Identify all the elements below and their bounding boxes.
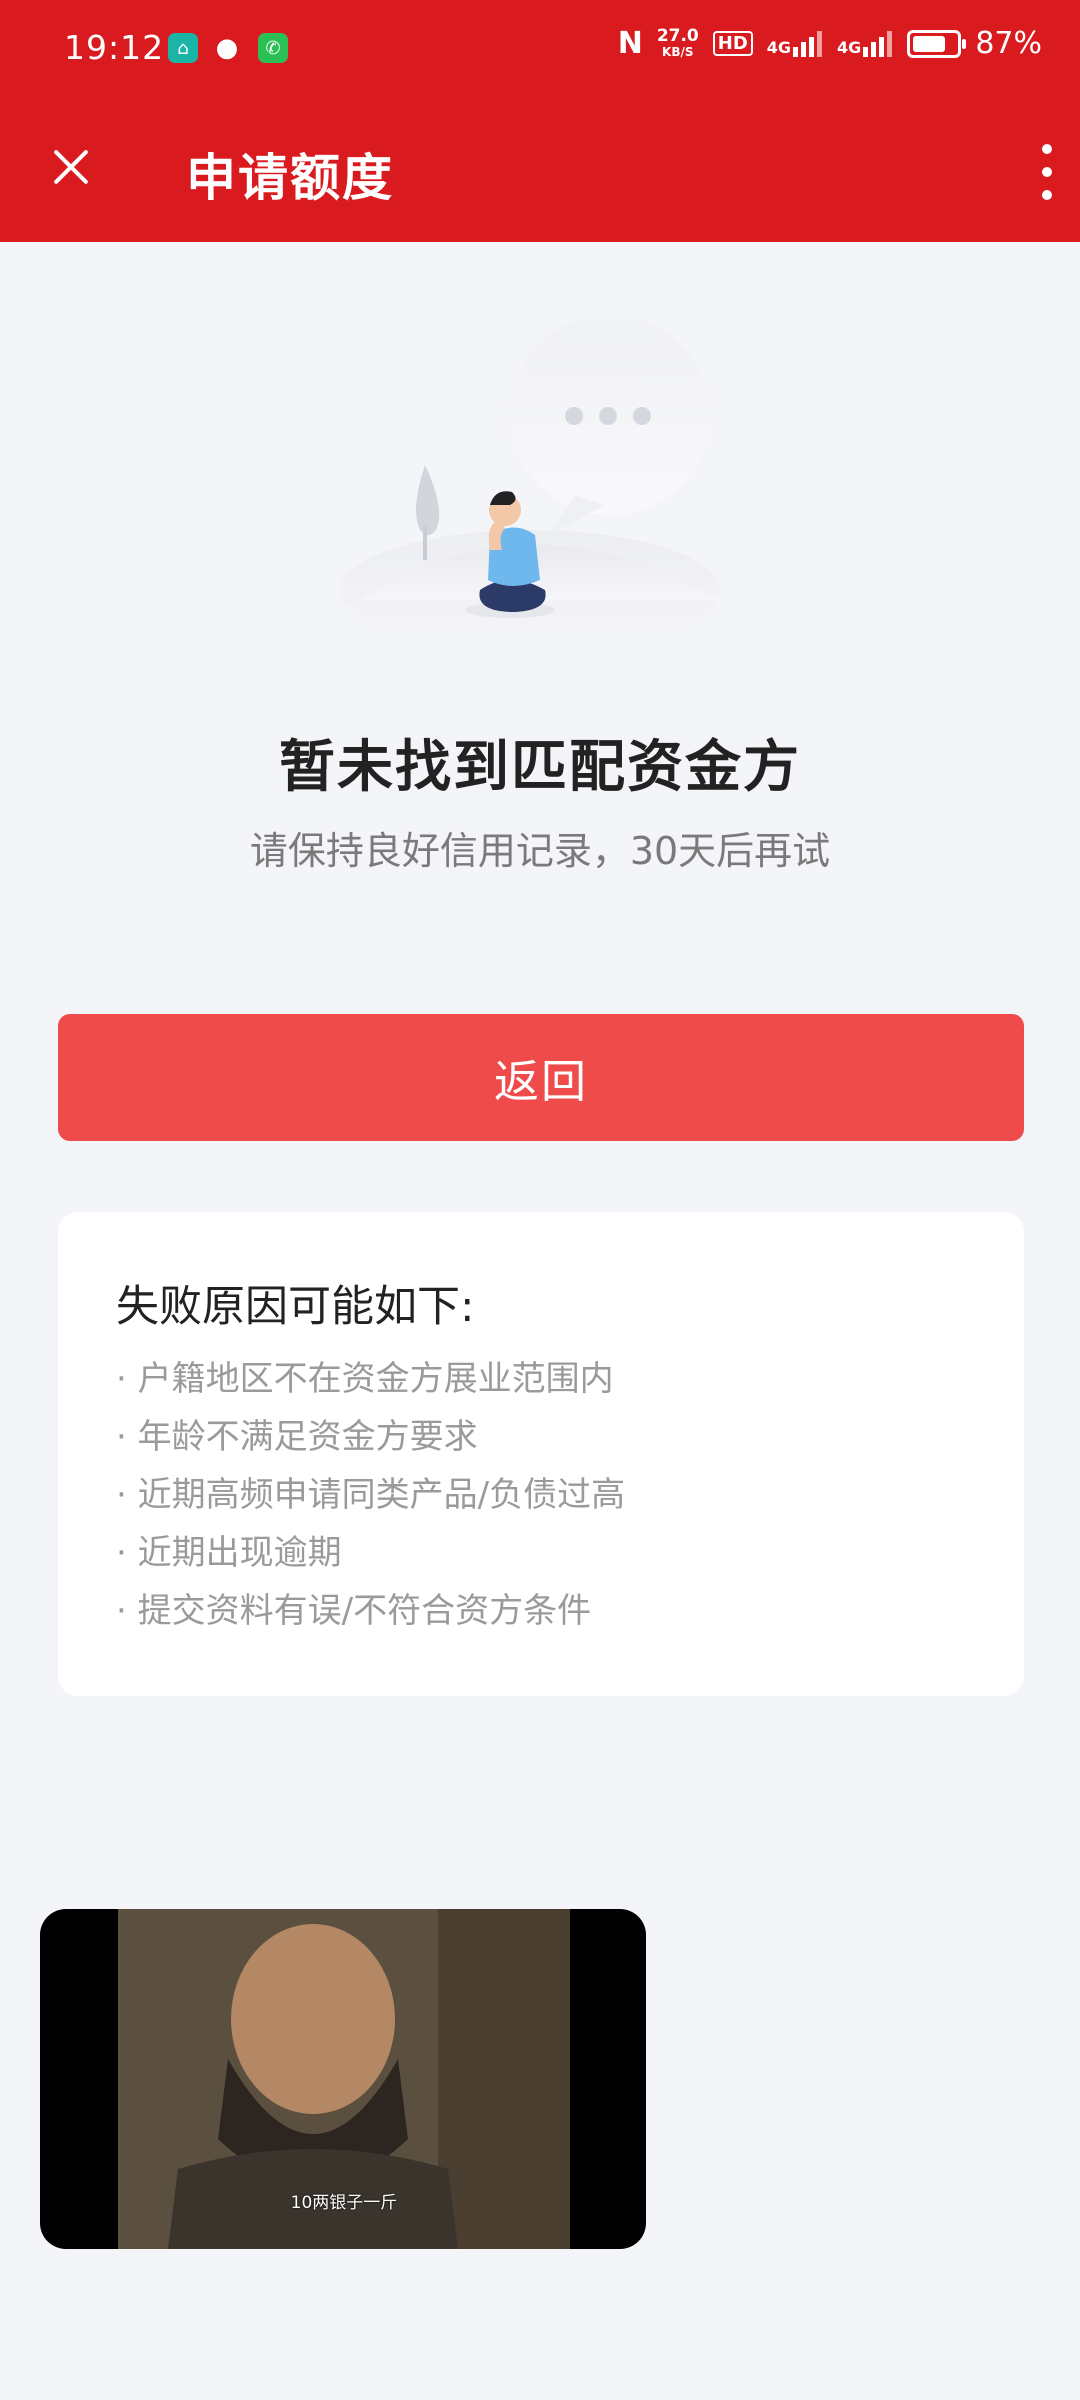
network-speed-unit: KB/S — [662, 44, 694, 59]
nfc-icon: N — [617, 26, 643, 61]
signal-label-2: 4G — [837, 37, 862, 57]
failure-reasons-list: · 户籍地区不在资金方展业范围内 · 年龄不满足资金方要求 · 近期高频申请同类… — [116, 1350, 625, 1640]
reason-item: · 户籍地区不在资金方展业范围内 — [116, 1359, 614, 1399]
network-speed-value: 27.0 — [656, 25, 699, 46]
signal-label-1: 4G — [766, 37, 792, 57]
home-app-icon: ⌂ — [168, 33, 198, 63]
status-indicators: N 27.0 KB/S HD 4G 4G 87% — [618, 26, 1042, 61]
status-bar: 19:12 ⌂ ● ✆ N 27.0 KB/S HD 4G 4G 87% — [0, 0, 1080, 100]
failure-reasons-title: 失败原因可能如下: — [116, 1282, 475, 1332]
result-subtitle: 请保持良好信用记录，30天后再试 — [249, 829, 831, 873]
reason-item: · 年龄不满足资金方要求 — [116, 1417, 478, 1457]
video-frame: 10两银子一斤 — [118, 1909, 570, 2249]
reason-item: · 提交资料有误/不符合资方条件 — [116, 1591, 592, 1631]
floating-video-player[interactable]: 10两银子一斤 — [40, 1909, 646, 2249]
empty-result-illustration — [340, 320, 720, 630]
close-icon[interactable] — [44, 140, 100, 196]
page-title: 申请额度 — [186, 149, 394, 207]
reason-item: · 近期高频申请同类产品/负债过高 — [116, 1475, 626, 1515]
video-caption: 10两银子一斤 — [290, 2193, 398, 2213]
back-button[interactable]: 返回 — [58, 1014, 1024, 1141]
failure-reasons-card: 失败原因可能如下: · 户籍地区不在资金方展业范围内 · 年龄不满足资金方要求 … — [58, 1212, 1024, 1696]
toolbar: 申请额度 — [0, 100, 1080, 242]
more-options-icon[interactable] — [1032, 144, 1062, 200]
wechat-icon: ● — [215, 33, 239, 63]
battery-percent: 87% — [975, 26, 1042, 61]
phone-app-icon: ✆ — [258, 33, 288, 63]
result-title: 暂未找到匹配资金方 — [279, 735, 801, 800]
hd-icon: HD — [712, 31, 753, 56]
battery-icon — [907, 29, 967, 58]
app-header: 19:12 ⌂ ● ✆ N 27.0 KB/S HD 4G 4G 87% 申请额… — [0, 0, 1080, 242]
battery-fill — [913, 35, 945, 52]
network-speed: 27.0 KB/S — [656, 25, 699, 60]
signal-icon-2: 4G — [837, 30, 893, 57]
status-time: 19:12 — [64, 28, 165, 67]
reason-item: · 近期出现逾期 — [116, 1533, 342, 1573]
signal-icon-1: 4G — [766, 30, 823, 57]
